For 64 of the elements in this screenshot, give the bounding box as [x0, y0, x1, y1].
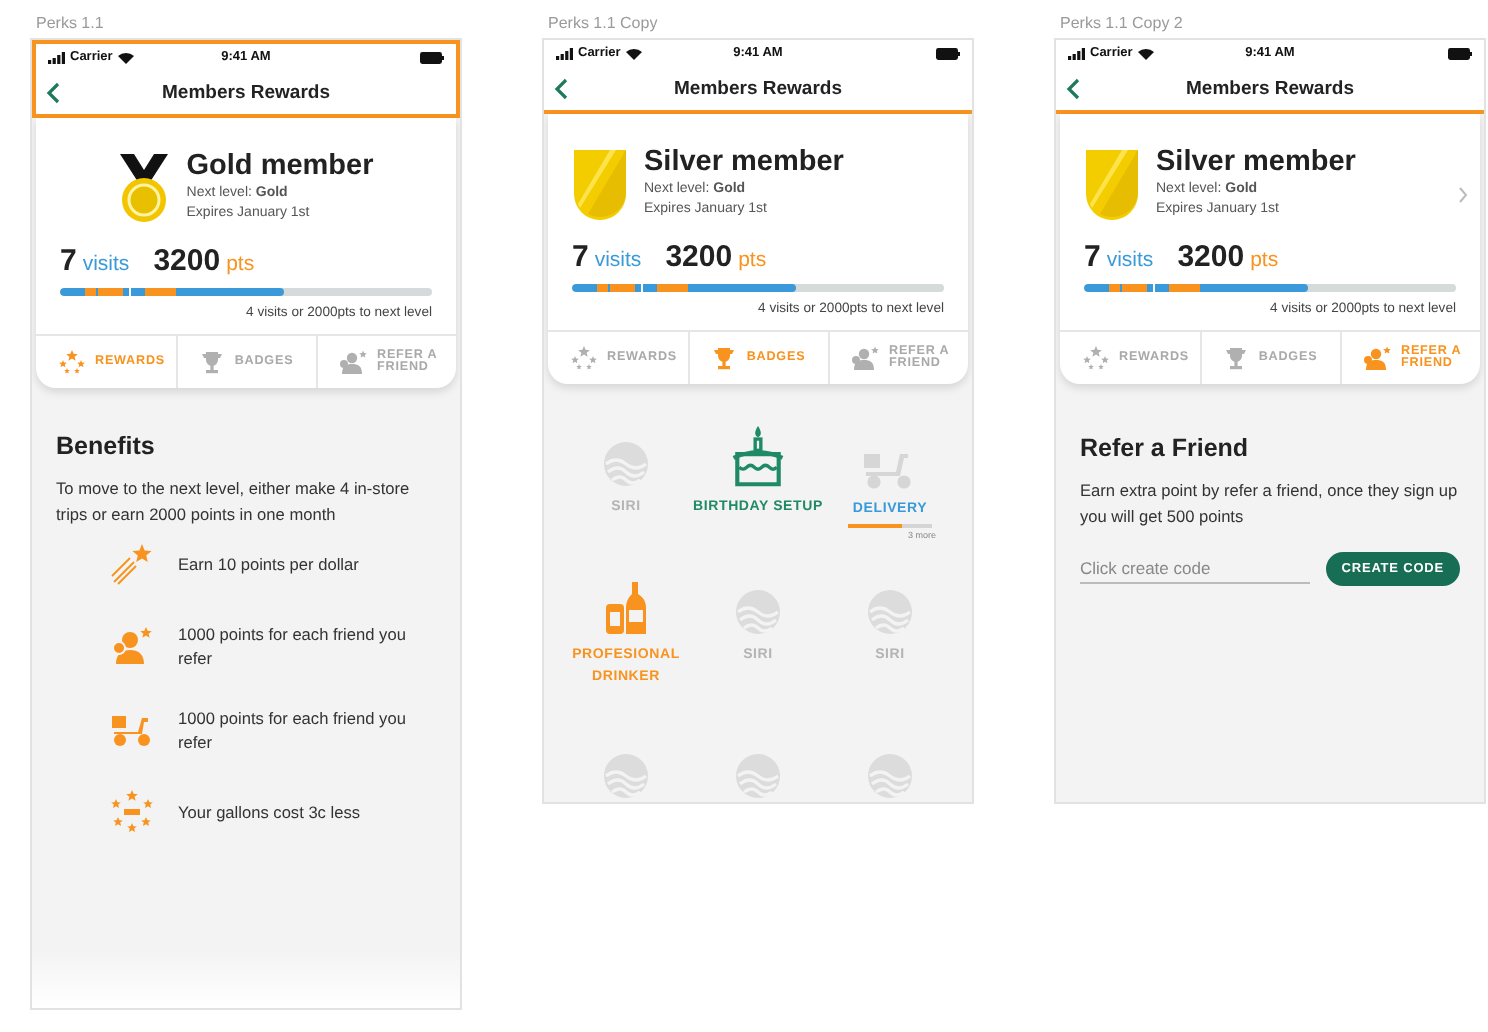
points-count: 3200	[665, 240, 733, 274]
back-button[interactable]	[46, 81, 60, 103]
back-chevron-icon	[554, 77, 568, 99]
battery-icon	[420, 51, 444, 63]
visits-count: 7	[572, 240, 589, 274]
screen-title: Members Rewards	[162, 81, 330, 103]
visits-count: 7	[1084, 240, 1101, 274]
visits-unit: visits	[82, 252, 130, 276]
artboard-label[interactable]: Perks 1.1 Copy 2	[1060, 14, 1183, 32]
wifi-icon	[626, 47, 643, 59]
wifi-icon	[118, 51, 135, 63]
screen-title: Members Rewards	[674, 77, 842, 99]
trophy-icon	[200, 350, 225, 374]
back-chevron-icon	[1066, 77, 1080, 99]
wifi-icon	[1138, 47, 1155, 59]
member-level-title: Gold member	[186, 150, 374, 182]
stars-icon	[57, 350, 85, 374]
visits-unit: visits	[594, 248, 642, 272]
cake-icon	[728, 424, 788, 488]
benefit-text: 1000 points for each friend you refer	[178, 622, 408, 670]
back-chevron-icon	[46, 81, 60, 103]
signal-icon	[1068, 47, 1086, 59]
person-star-icon	[337, 350, 367, 374]
artboard-label[interactable]: Perks 1.1 Copy	[548, 14, 658, 32]
trophy-icon	[712, 346, 737, 370]
points-count: 3200	[153, 244, 221, 278]
stars-icon	[1081, 346, 1109, 370]
member-level-title: Silver member	[644, 146, 844, 178]
stars-icon	[110, 790, 154, 834]
trophy-icon	[1224, 346, 1249, 370]
visits-count: 7	[60, 244, 77, 278]
points-unit: pts	[738, 248, 767, 272]
shooting-star-icon	[110, 542, 154, 586]
benefit-text: Your gallons cost 3c less	[178, 800, 363, 824]
points-unit: pts	[226, 252, 255, 276]
screen-title: Members Rewards	[1186, 77, 1354, 99]
member-level-title: Silver member	[1156, 146, 1356, 178]
benefit-text: 1000 points for each friend you refer	[178, 706, 408, 754]
points-unit: pts	[1250, 248, 1279, 272]
refer-description: Earn extra point by refer a friend, once they sign up you will get 500 points	[1080, 478, 1460, 528]
shield-icon	[572, 147, 628, 219]
signal-icon	[556, 47, 574, 59]
bottle-can-icon	[604, 580, 648, 636]
signal-icon	[48, 51, 66, 63]
code-input-field[interactable]: Click create code	[1080, 554, 1310, 584]
back-button[interactable]	[1066, 77, 1080, 99]
artboard-label[interactable]: Perks 1.1	[36, 14, 104, 32]
benefit-text: Earn 10 points per dollar	[178, 552, 361, 576]
points-count: 3200	[1177, 240, 1245, 274]
visits-unit: visits	[1106, 248, 1154, 272]
section-title: Benefits	[56, 432, 157, 460]
shield-icon	[1084, 147, 1140, 219]
battery-icon	[936, 47, 960, 59]
back-button[interactable]	[554, 77, 568, 99]
battery-icon	[1448, 47, 1472, 59]
medal-icon	[118, 151, 171, 223]
person-star-icon	[110, 626, 154, 666]
chevron-right-icon	[1458, 186, 1468, 204]
stars-icon	[569, 346, 597, 370]
benefits-description: To move to the next level, either make 4 in-store trips or earn 2000 points in one month	[56, 476, 412, 526]
scooter-icon	[110, 712, 154, 748]
section-title: Refer a Friend	[1080, 434, 1251, 462]
person-star-icon	[849, 346, 879, 370]
person-star-icon	[1361, 346, 1391, 370]
